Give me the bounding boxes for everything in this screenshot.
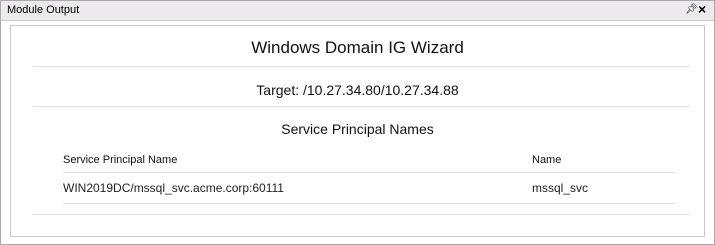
report-content: Windows Domain IG Wizard Target: /10.27.… [10,25,705,237]
column-header-spn: Service Principal Name [63,154,178,166]
table-cell-spn: WIN2019DC/mssql_svc.acme.corp:60111 [63,181,284,195]
pin-icon[interactable]: 📌︎ [685,4,698,16]
report-title: Windows Domain IG Wizard [251,38,464,57]
module-output-panel: Module Output 📌︎ × Windows Domain IG Wiz… [0,0,715,245]
table-row-divider [63,203,675,204]
divider [33,66,690,67]
close-icon[interactable]: × [698,2,706,16]
table-header-divider [63,172,675,173]
target-label: Target: /10.27.34.80/10.27.34.88 [256,82,459,98]
table-cell-name: mssql_svc [532,181,589,195]
divider [33,214,690,215]
panel-title: Module Output [7,4,80,16]
section-title: Service Principal Names [281,121,434,137]
divider [33,106,690,107]
column-header-name: Name [532,154,562,166]
panel-titlebar: Module Output 📌︎ × [1,1,714,21]
